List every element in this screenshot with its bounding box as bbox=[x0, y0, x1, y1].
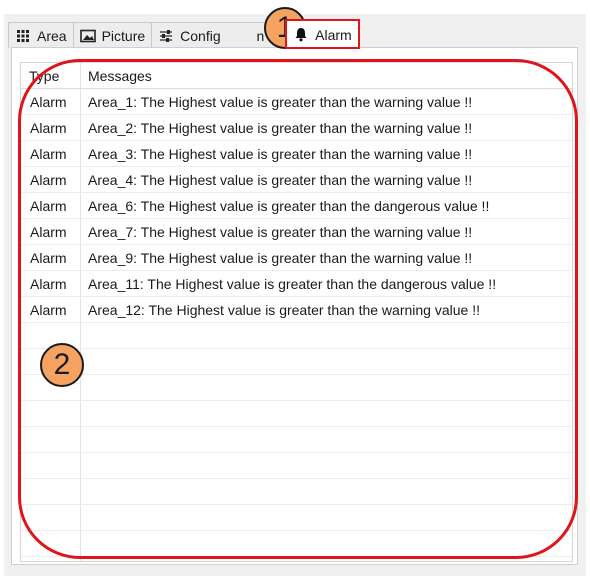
empty-row bbox=[21, 375, 572, 401]
alarm-message-cell: Area_9: The Highest value is greater tha… bbox=[88, 249, 473, 266]
callout-badge-2: 2 bbox=[40, 343, 84, 387]
tab-configuration-label: Config n bbox=[180, 27, 265, 44]
tab-bar: Area Picture Config n Alarm bbox=[8, 19, 360, 49]
sliders-icon bbox=[158, 28, 174, 44]
empty-row bbox=[21, 479, 572, 505]
table-row[interactable]: Alarm Area_9: The Highest value is great… bbox=[21, 245, 572, 271]
column-header-messages[interactable]: Messages bbox=[80, 68, 152, 84]
table-row[interactable]: Alarm Area_6: The Highest value is great… bbox=[21, 193, 572, 219]
tab-picture[interactable]: Picture bbox=[72, 22, 153, 48]
alarm-message-cell: Area_4: The Highest value is greater tha… bbox=[88, 171, 473, 188]
image-icon bbox=[79, 28, 96, 44]
alarm-message-cell: Area_1: The Highest value is greater tha… bbox=[88, 93, 473, 110]
grid-dots-icon bbox=[15, 28, 31, 44]
tab-alarm[interactable]: Alarm bbox=[285, 19, 360, 49]
alarm-type-cell: Alarm bbox=[30, 249, 67, 266]
column-header-type[interactable]: Type bbox=[21, 68, 80, 84]
tab-area-label: Area bbox=[37, 27, 67, 44]
alarm-type-cell: Alarm bbox=[30, 275, 67, 292]
alarm-message-table: Type Messages Alarm Area_1: The Highest … bbox=[20, 62, 573, 562]
alarm-message-cell: Area_7: The Highest value is greater tha… bbox=[88, 223, 473, 240]
empty-row bbox=[21, 453, 572, 479]
empty-row bbox=[21, 323, 572, 349]
bell-icon bbox=[293, 27, 309, 43]
alarm-type-cell: Alarm bbox=[30, 119, 67, 136]
table-row[interactable]: Alarm Area_3: The Highest value is great… bbox=[21, 141, 572, 167]
table-row[interactable]: Alarm Area_4: The Highest value is great… bbox=[21, 167, 572, 193]
table-row[interactable]: Alarm Area_11: The Highest value is grea… bbox=[21, 271, 572, 297]
empty-row bbox=[21, 531, 572, 557]
alarm-message-cell: Area_3: The Highest value is greater tha… bbox=[88, 145, 473, 162]
alarm-type-cell: Alarm bbox=[30, 93, 67, 110]
tab-area[interactable]: Area bbox=[8, 22, 74, 48]
table-row[interactable]: Alarm Area_1: The Highest value is great… bbox=[21, 89, 572, 115]
alarm-type-cell: Alarm bbox=[30, 301, 67, 318]
table-row[interactable]: Alarm Area_2: The Highest value is great… bbox=[21, 115, 572, 141]
alarm-message-cell: Area_12: The Highest value is greater th… bbox=[88, 301, 480, 318]
empty-row bbox=[21, 401, 572, 427]
alarm-type-cell: Alarm bbox=[30, 223, 67, 240]
tab-picture-label: Picture bbox=[101, 27, 146, 44]
empty-row bbox=[21, 427, 572, 453]
table-row[interactable]: Alarm Area_12: The Highest value is grea… bbox=[21, 297, 572, 323]
tab-alarm-label: Alarm bbox=[315, 26, 352, 43]
table-header-row: Type Messages bbox=[21, 63, 572, 89]
alarm-message-cell: Area_6: The Highest value is greater tha… bbox=[88, 197, 490, 214]
alarm-type-cell: Alarm bbox=[30, 145, 67, 162]
table-row[interactable]: Alarm Area_7: The Highest value is great… bbox=[21, 219, 572, 245]
empty-row bbox=[21, 349, 572, 375]
empty-row bbox=[21, 505, 572, 531]
alarm-type-cell: Alarm bbox=[30, 171, 67, 188]
alarm-content-area: Type Messages Alarm Area_1: The Highest … bbox=[11, 47, 578, 565]
alarm-message-cell: Area_2: The Highest value is greater tha… bbox=[88, 119, 473, 136]
alarm-type-cell: Alarm bbox=[30, 197, 67, 214]
alarm-message-cell: Area_11: The Highest value is greater th… bbox=[88, 275, 497, 292]
